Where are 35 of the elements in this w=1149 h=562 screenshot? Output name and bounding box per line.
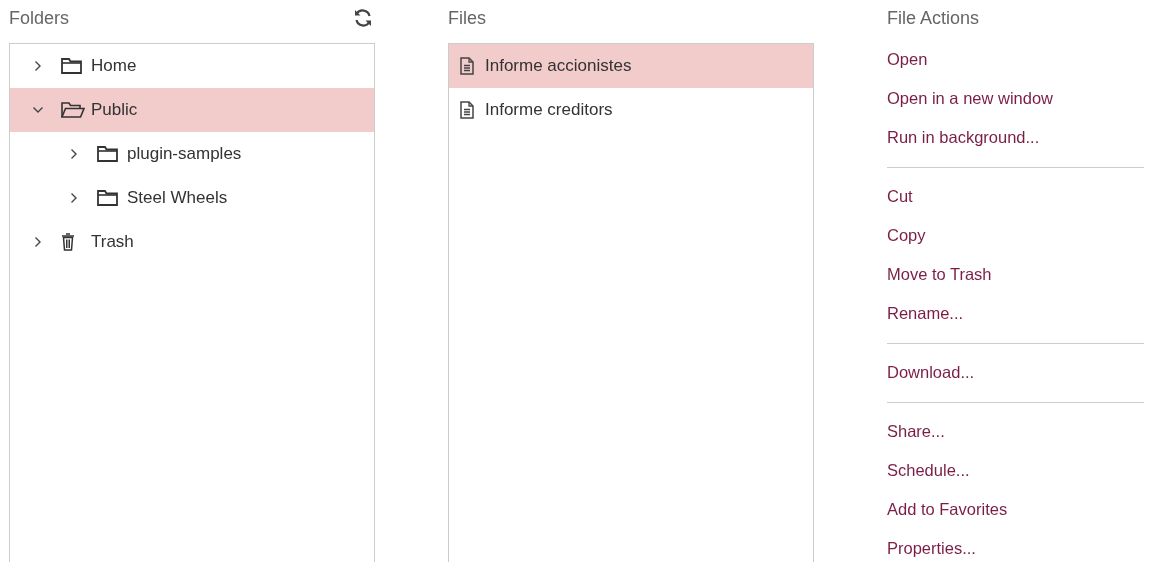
menu-item[interactable]: Move to Trash [887, 255, 992, 294]
chevron-right-icon[interactable] [70, 192, 78, 204]
menu-item[interactable]: Run in background... [887, 118, 1040, 157]
document-icon [460, 57, 474, 75]
file-item[interactable]: Informe creditors [449, 88, 813, 132]
file-item[interactable]: Informe accionistes [449, 44, 813, 88]
tree-item[interactable]: Steel Wheels [10, 176, 374, 220]
menu-item[interactable]: Rename... [887, 294, 964, 333]
tree-item[interactable]: Public [10, 88, 374, 132]
panel-title: Folders [9, 7, 70, 29]
menu-item[interactable]: Schedule... [887, 451, 970, 490]
menu-item[interactable]: Open [887, 40, 928, 79]
menu-item[interactable]: Copy [887, 216, 926, 255]
menu-item[interactable]: Share... [887, 412, 945, 451]
menu-item[interactable]: Cut [887, 177, 913, 216]
menu-item[interactable]: Add to Favorites [887, 490, 1008, 529]
folder-icon [61, 58, 82, 74]
tree-item[interactable]: plugin-samples [10, 132, 374, 176]
chevron-right-icon[interactable] [34, 60, 42, 72]
tree-item[interactable]: Trash [10, 220, 374, 264]
menu-item[interactable]: Properties... [887, 529, 976, 562]
panel-title: File Actions [887, 7, 980, 29]
menu-item[interactable]: Open in a new window [887, 79, 1053, 118]
chevron-right-icon[interactable] [34, 236, 42, 248]
document-icon [460, 101, 474, 119]
trash-icon [61, 233, 75, 251]
chevron-down-icon[interactable] [32, 106, 44, 114]
menu-item[interactable]: Download... [887, 353, 975, 392]
panel-title: Files [448, 7, 486, 29]
refresh-icon[interactable] [353, 8, 373, 28]
folder-icon [97, 190, 118, 206]
folder-icon [97, 146, 118, 162]
chevron-right-icon[interactable] [70, 148, 78, 160]
tree-item[interactable]: Home [10, 44, 374, 88]
open-folder-icon [61, 102, 85, 118]
